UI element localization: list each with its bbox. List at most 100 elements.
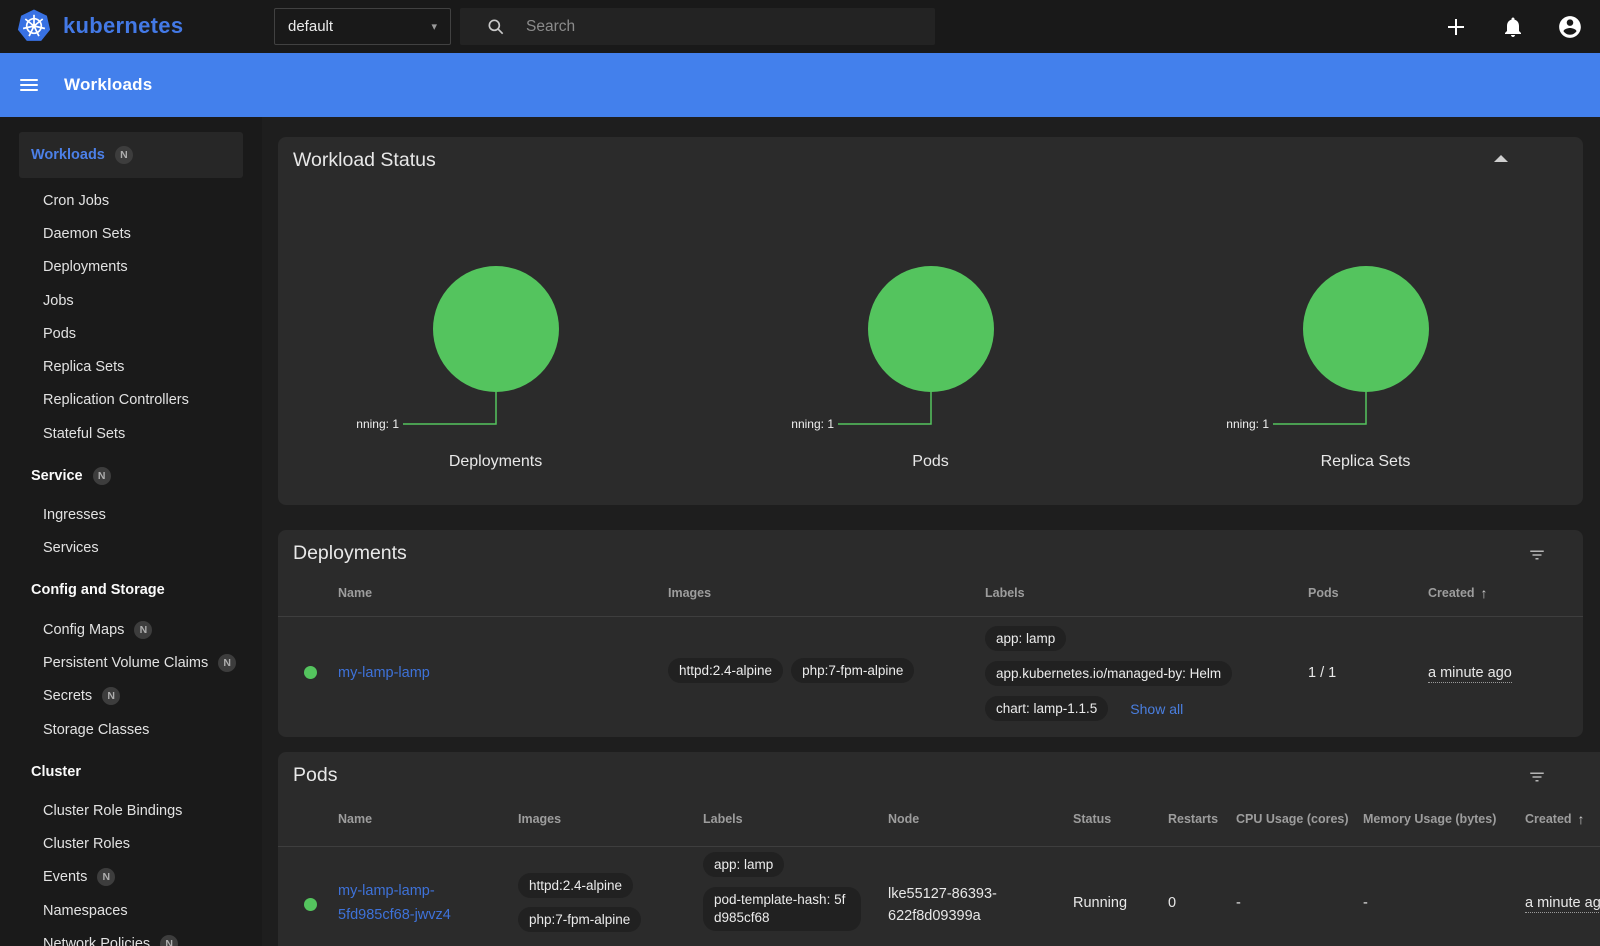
filter-list-icon — [1528, 546, 1546, 564]
sidebar-item-replication-controllers[interactable]: Replication Controllers — [0, 384, 262, 417]
column-header-status: Status — [1065, 791, 1160, 846]
sidebar-item-daemon-sets[interactable]: Daemon Sets — [0, 217, 262, 250]
graph-label: Deployments — [449, 453, 542, 471]
image-chip: php:7-fpm-alpine — [791, 658, 914, 683]
sidebar-item-namespaces[interactable]: Namespaces — [0, 894, 262, 927]
column-header-name[interactable]: Name — [330, 791, 510, 846]
created-relative-time: a minute ago — [1428, 665, 1512, 683]
search-input[interactable] — [526, 18, 935, 36]
show-all-link[interactable]: Show all — [1130, 701, 1183, 717]
replica-sets-pie-chart: Running: 1 Replica Sets — [1148, 266, 1583, 471]
filter-list-icon — [1528, 768, 1546, 786]
deployment-name-link[interactable]: my-lamp-lamp — [338, 665, 430, 681]
filter-button[interactable] — [1528, 546, 1546, 569]
new-badge: N — [115, 146, 133, 164]
column-header-name[interactable]: Name — [330, 569, 660, 616]
kubernetes-logo-icon — [16, 8, 52, 44]
table-row: my-lamp-lamp-5fd985cf68-jwvz4 httpd:2.4-… — [278, 847, 1600, 946]
top-header: kubernetes default ▾ — [0, 0, 1600, 53]
sidebar-item-events[interactable]: Events N — [0, 861, 262, 894]
column-header-pods: Pods — [1300, 569, 1420, 616]
table-row: my-lamp-lamp httpd:2.4-alpine php:7-fpm-… — [278, 617, 1583, 729]
running-annotation: Running: 1 — [791, 417, 834, 431]
notifications-button[interactable] — [1500, 14, 1526, 40]
sidebar-item-cluster-role-bindings[interactable]: Cluster Role Bindings — [0, 794, 262, 827]
namespace-selector[interactable]: default ▾ — [274, 8, 451, 45]
brand-name: kubernetes — [63, 13, 183, 39]
collapse-card-button[interactable] — [1494, 155, 1510, 167]
new-badge: N — [134, 621, 152, 639]
running-annotation: Running: 1 — [356, 417, 399, 431]
sidebar-item-replica-sets[interactable]: Replica Sets — [0, 350, 262, 383]
column-header-images: Images — [660, 569, 977, 616]
sidebar-item-jobs[interactable]: Jobs — [0, 284, 262, 317]
menu-hamburger-button[interactable] — [20, 79, 38, 91]
label-chip: pod-template-hash: 5fd985cf68 — [703, 887, 861, 931]
sort-ascending-icon: ↑ — [1578, 811, 1585, 827]
sidebar-item-cron-jobs[interactable]: Cron Jobs — [0, 184, 262, 217]
column-header-restarts: Restarts — [1160, 791, 1228, 846]
status-ok-icon — [304, 898, 317, 911]
pods-title: Pods — [278, 752, 1600, 787]
new-badge: N — [102, 687, 120, 705]
page-title: Workloads — [64, 75, 152, 95]
created-relative-time: a minute ago — [1525, 895, 1600, 913]
sidebar-item-storage-classes[interactable]: Storage Classes — [0, 713, 262, 746]
new-badge: N — [97, 868, 115, 886]
search-bar[interactable] — [460, 8, 935, 45]
search-icon — [486, 17, 506, 37]
pod-name-link[interactable]: my-lamp-lamp-5fd985cf68-jwvz4 — [338, 883, 451, 923]
account-circle-icon — [1557, 14, 1583, 40]
top-actions — [1443, 0, 1583, 53]
chevron-down-icon: ▾ — [431, 20, 437, 33]
sidebar-item-secrets[interactable]: Secrets N — [0, 680, 262, 713]
workload-status-title: Workload Status — [278, 137, 1583, 172]
pods-table-header: Name Images Labels Node Status Restarts … — [278, 791, 1600, 847]
bell-icon — [1501, 15, 1525, 39]
sidebar-item-ingresses[interactable]: Ingresses — [0, 498, 262, 531]
sidebar-header-config-and-storage: Config and Storage — [0, 574, 262, 607]
sidebar-item-services[interactable]: Services — [0, 532, 262, 565]
column-header-created[interactable]: Created ↑ — [1517, 791, 1600, 846]
sidebar-item-config-maps[interactable]: Config Maps N — [0, 613, 262, 646]
sidebar-item-stateful-sets[interactable]: Stateful Sets — [0, 417, 262, 450]
brand[interactable]: kubernetes — [16, 8, 183, 44]
sidebar-item-cluster-roles[interactable]: Cluster Roles — [0, 827, 262, 860]
sidebar-item-workloads[interactable]: Workloads N — [19, 132, 243, 178]
chevron-up-icon — [1494, 155, 1508, 162]
pod-status: Running — [1065, 847, 1160, 946]
pods-count: 1 / 1 — [1300, 617, 1420, 731]
image-chip: httpd:2.4-alpine — [668, 658, 783, 683]
plus-icon — [1444, 15, 1468, 39]
account-button[interactable] — [1557, 14, 1583, 40]
node-name: lke55127-86393-622f8d09399a — [880, 847, 1065, 946]
pod-memory-usage: - — [1355, 847, 1517, 946]
sidebar-item-persistent-volume-claims[interactable]: Persistent Volume Claims N — [0, 646, 262, 679]
sidebar-item-network-policies[interactable]: Network Policies N — [0, 927, 262, 946]
new-badge: N — [160, 935, 178, 946]
column-header-created[interactable]: Created ↑ — [1420, 569, 1583, 616]
app-bar: Workloads — [0, 53, 1600, 117]
graph-label: Pods — [912, 453, 948, 471]
label-chip: app: lamp — [985, 626, 1066, 651]
new-badge: N — [218, 654, 236, 672]
deployments-pie-chart: Running: 1 Deployments — [278, 266, 713, 471]
sidebar-nav: Workloads N Cron Jobs Daemon Sets Deploy… — [0, 117, 262, 946]
column-header-labels: Labels — [695, 791, 880, 846]
column-header-memory: Memory Usage (bytes) — [1355, 791, 1517, 846]
filter-button[interactable] — [1528, 768, 1546, 791]
create-plus-button[interactable] — [1443, 14, 1469, 40]
label-chip: app: lamp — [703, 852, 784, 877]
image-chip: php:7-fpm-alpine — [518, 907, 641, 932]
workload-status-card: Workload Status Running: 1 Deployments R… — [278, 137, 1583, 505]
sidebar-item-pods[interactable]: Pods — [0, 317, 262, 350]
pod-restarts: 0 — [1160, 847, 1228, 946]
column-header-labels: Labels — [977, 569, 1300, 616]
label-chip: chart: lamp-1.1.5 — [985, 696, 1108, 721]
deployments-table-header: Name Images Labels Pods Created ↑ — [278, 569, 1583, 617]
status-ok-icon — [304, 666, 317, 679]
sidebar-item-service[interactable]: Service N — [0, 459, 262, 492]
graph-label: Replica Sets — [1321, 453, 1411, 471]
sidebar-item-deployments[interactable]: Deployments — [0, 251, 262, 284]
image-chip: httpd:2.4-alpine — [518, 873, 633, 898]
